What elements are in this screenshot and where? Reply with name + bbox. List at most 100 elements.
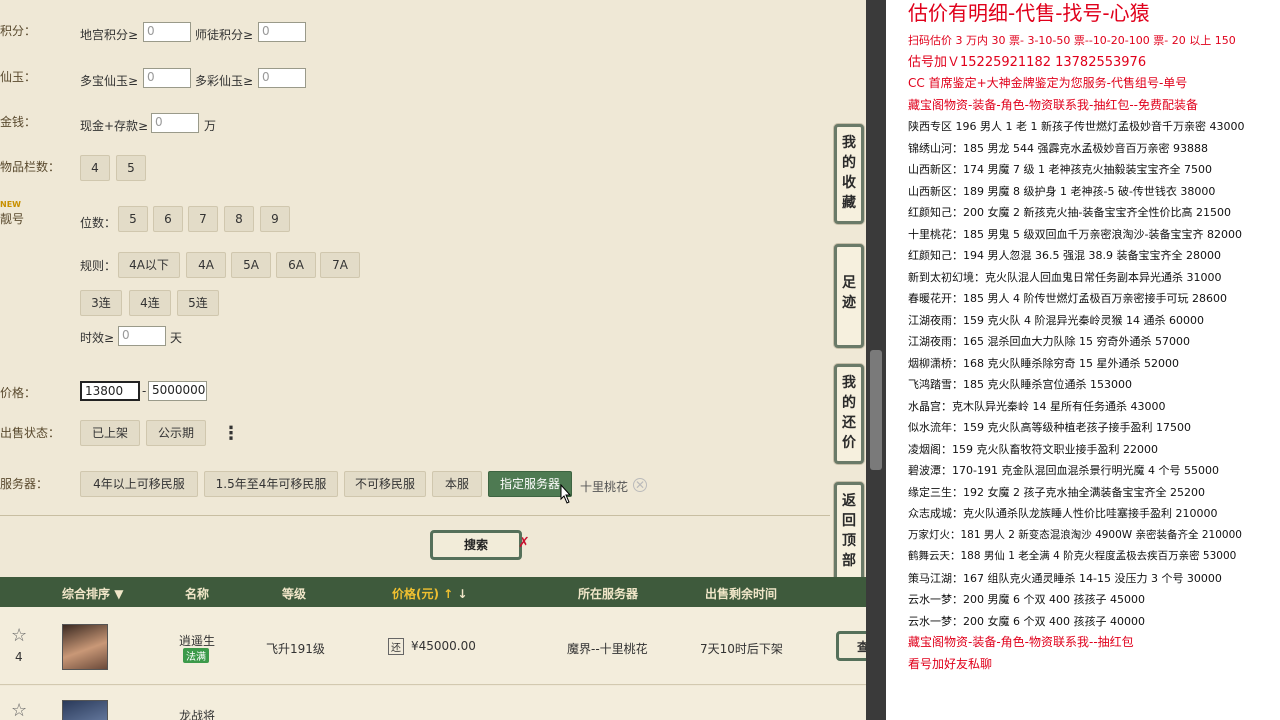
price-header[interactable]: 价格(元) ↑ ↓ <box>392 585 467 602</box>
duocai-jade-input[interactable]: 0 <box>258 68 306 88</box>
inventory-option-4[interactable]: 4 <box>80 155 110 181</box>
digits-option-6[interactable]: 6 <box>153 206 183 232</box>
listing-panel: 积分： 地宫积分≥ 0 师徒积分≥ 0 仙玉： 多宝仙玉≥ 0 多彩仙玉≥ 0 … <box>0 0 866 720</box>
status-publicity-button[interactable]: 公示期 <box>146 420 206 446</box>
ad-line: 众志成城：克火队通杀队龙族睡人性价比哇塞接手盈利 210000 <box>908 507 1218 520</box>
status-listed-button[interactable]: 已上架 <box>80 420 140 446</box>
dungeon-points-input[interactable]: 0 <box>143 22 191 42</box>
cash-deposit-input[interactable]: 0 <box>151 113 199 133</box>
tab-my-favorites[interactable]: 我的收藏 <box>834 124 864 224</box>
tab-my-counteroffers[interactable]: 我的还价 <box>834 364 864 464</box>
ad-line: 藏宝阁物资-装备-角色-物资联系我--抽红包 <box>908 635 1134 649</box>
tab-my-counteroffers-label: 我的还价 <box>842 375 856 451</box>
ad-line: 云水一梦：200 男魔 6 个双 400 孩孩子 45000 <box>908 593 1145 606</box>
digits-option-8[interactable]: 8 <box>224 206 254 232</box>
row-counteroffer-tag: 还 <box>388 638 404 655</box>
ad-line: 红颜知己：194 男人忽混 36.5 强混 38.9 装备宝宝齐全 28000 <box>908 249 1221 262</box>
price-label: 价格： <box>0 386 37 400</box>
ad-line: 红颜知己：200 女魔 2 新孩克火抽-装备宝宝齐全性价比高 21500 <box>908 206 1231 219</box>
level-header: 等级 <box>282 587 307 601</box>
avatar[interactable] <box>62 700 108 720</box>
digits-option-5[interactable]: 5 <box>118 206 148 232</box>
mentor-points-input[interactable]: 0 <box>258 22 306 42</box>
row-rank: 4 <box>15 650 23 664</box>
sort-overall-header[interactable]: 综合排序 ▼ <box>62 585 123 602</box>
sequence-option-3[interactable]: 3连 <box>80 290 122 316</box>
favorite-star-icon[interactable]: ☆ <box>11 700 27 720</box>
validity-input[interactable]: 0 <box>118 326 166 346</box>
selected-server-tag: 十里桃花 <box>580 480 629 494</box>
ad-line: 春暖花开：185 男人 4 阶传世燃灯孟极百万亲密接手可玩 28600 <box>908 292 1227 305</box>
search-button[interactable]: 搜索 <box>430 530 522 560</box>
sort-up-icon[interactable]: ↑ <box>443 587 453 601</box>
view-button[interactable]: 查 <box>836 631 866 661</box>
ad-line: 云水一梦：200 女魔 6 个双 400 孩孩子 40000 <box>908 614 1145 628</box>
ad-line: 碧波潭：170-191 克金队混回血混杀景行明光魔 4 个号 55000 <box>908 464 1219 477</box>
ad-line: CC 首席鉴定+大神金牌鉴定为您服务-代售组号-单号 <box>908 76 1188 90</box>
account-no-label: 靓号 <box>0 212 25 226</box>
ad-line: 扫码估价 3 万内 30 票- 3-10-50 票--10-20-100 票- … <box>908 34 1236 47</box>
tab-back-to-top[interactable]: 返回顶部 <box>834 482 864 582</box>
avatar[interactable] <box>62 624 108 670</box>
sequence-option-4[interactable]: 4连 <box>129 290 171 316</box>
row-badge: 法满 <box>183 648 209 663</box>
favorite-star-icon[interactable]: ☆ <box>11 625 27 646</box>
digits-option-9[interactable]: 9 <box>260 206 290 232</box>
clear-search-icon[interactable]: ✗ <box>518 535 530 551</box>
rule-option-5a[interactable]: 5A <box>231 252 271 278</box>
cash-deposit-label: 现金+存款≥ <box>80 119 149 133</box>
ad-line: 万家灯火：181 男人 2 新变态混浪淘沙 4900W 亲密装备齐全 21000… <box>908 528 1242 541</box>
money-unit: 万 <box>204 119 217 133</box>
inventory-option-5[interactable]: 5 <box>116 155 146 181</box>
server-4yr-migrate-button[interactable]: 4年以上可移民服 <box>80 471 198 497</box>
vertical-scrollbar[interactable] <box>866 0 886 720</box>
price-header-label: 价格(元) <box>392 587 439 601</box>
name-header: 名称 <box>185 587 210 601</box>
ad-line: 凌烟阁：159 克火队畜牧符文职业接手盈利 22000 <box>908 442 1158 456</box>
jade-label: 仙玉： <box>0 70 37 84</box>
digits-option-7[interactable]: 7 <box>188 206 218 232</box>
price-max-input[interactable]: 5000000 <box>148 381 207 401</box>
price-min-input[interactable]: 13800 <box>80 381 140 401</box>
dungeon-points-label: 地宫积分≥ <box>80 28 139 42</box>
rule-option-6a[interactable]: 6A <box>276 252 316 278</box>
mentor-points-label: 师徒积分≥ <box>195 28 254 42</box>
duobao-jade-input[interactable]: 0 <box>143 68 191 88</box>
table-row[interactable]: ☆ 4 逍遥生 法满 飞升191级 还 ¥45000.00 魔界--十里桃花 7… <box>0 607 866 685</box>
more-options-icon[interactable]: ⋮ <box>222 423 240 444</box>
ad-line: 策马江湖：167 组队克火通灵睡杀 14-15 没压力 3 个号 30000 <box>908 571 1222 585</box>
tab-footprints[interactable]: 足迹 <box>834 244 864 348</box>
validity-label: 时效≥ <box>80 331 115 345</box>
inventory-label: 物品栏数： <box>0 160 61 174</box>
rule-option-4a[interactable]: 4A <box>186 252 226 278</box>
server-no-migrate-button[interactable]: 不可移民服 <box>344 471 426 497</box>
sale-status-label: 出售状态： <box>0 426 61 440</box>
ad-line: 十里桃花：185 男鬼 5 级双回血千万亲密浪淘沙-装备宝宝齐 82000 <box>908 227 1242 241</box>
rules-label: 规则： <box>80 259 117 273</box>
ad-line: 估号加Ｖ15225921182 13782553976 <box>908 54 1147 70</box>
new-badge: NEW <box>0 200 21 209</box>
sort-down-icon[interactable]: ↓ <box>457 587 467 601</box>
ad-line: 陕西专区 196 男人 1 老 1 新孩子传世燃灯孟极妙音千万亲密 43000 <box>908 120 1245 133</box>
scrollbar-thumb[interactable] <box>870 350 882 470</box>
server-1-5-4yr-migrate-button[interactable]: 1.5年至4年可移民服 <box>204 471 338 497</box>
remaining-time-header: 出售剩余时间 <box>705 587 778 601</box>
ad-line: 藏宝阁物资-装备-角色-物资联系我-抽红包--免费配装备 <box>908 97 1198 112</box>
ad-line: 鹤舞云天：188 男仙 1 老全满 4 阶克火程度孟极去疾百万亲密 53000 <box>908 550 1237 562</box>
table-header: 综合排序 ▼ 名称 等级 价格(元) ↑ ↓ 所在服务器 出售剩余时间 <box>0 577 866 607</box>
remove-server-icon[interactable]: ✕ <box>633 478 647 492</box>
ad-line: 山西新区：174 男魔 7 级 1 老神孩克火抽毅装宝宝齐全 7500 <box>908 163 1212 176</box>
rule-option-7a[interactable]: 7A <box>320 252 360 278</box>
row-name: 逍遥生 <box>179 634 216 648</box>
row-price: ¥45000.00 <box>411 639 476 653</box>
ad-line: 山西新区：189 男魔 8 级护身 1 老神孩-5 破-传世钱衣 38000 <box>908 184 1216 198</box>
table-row[interactable]: ☆ 龙战将 <box>0 686 866 720</box>
rule-option-below-4a[interactable]: 4A以下 <box>118 252 180 278</box>
server-header: 所在服务器 <box>578 587 639 601</box>
money-label: 金钱： <box>0 115 37 129</box>
ad-line: 新到太初幻境：克火队混人回血鬼日常任务副本异光通杀 31000 <box>908 270 1222 284</box>
sequence-option-5[interactable]: 5连 <box>177 290 219 316</box>
ad-line: 似水流年：159 克火队高等级种植老孩子接手盈利 17500 <box>908 421 1191 434</box>
server-local-button[interactable]: 本服 <box>432 471 482 497</box>
duobao-jade-label: 多宝仙玉≥ <box>80 74 139 88</box>
